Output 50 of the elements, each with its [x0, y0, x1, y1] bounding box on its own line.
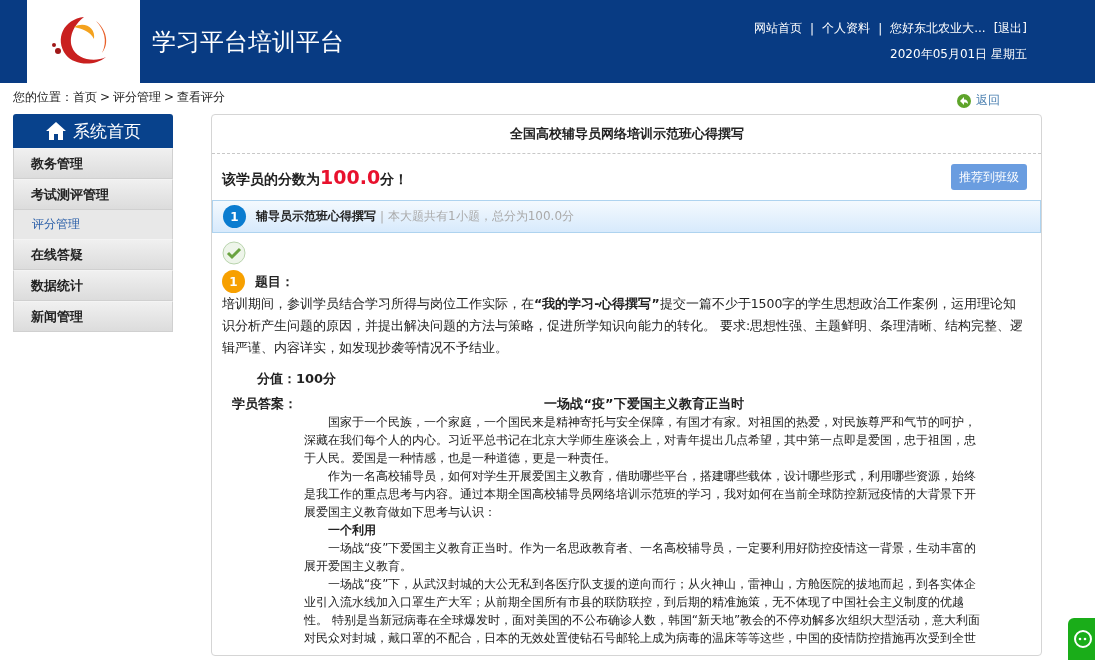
- link-separator: |: [810, 21, 815, 36]
- score-text: 该学员的分数为 100.0分！: [222, 165, 410, 189]
- breadcrumb-link[interactable]: 首页: [73, 88, 97, 106]
- answer-line: 业引入流水线加入口罩生产大军；从前期全国所有市县的联防联控，到后期的精准施策，无不体现了中国社会主义制度的优越: [304, 594, 964, 611]
- header-link[interactable]: [退出]: [993, 20, 1027, 37]
- sidebar-item[interactable]: 考试测评管理: [13, 179, 173, 210]
- sidebar-item[interactable]: 在线答疑: [13, 239, 173, 270]
- date-text: 2020年05月01日 星期五: [890, 46, 1027, 63]
- answer-heading: 一个利用: [327, 522, 376, 539]
- breadcrumb-separator: >: [164, 90, 175, 104]
- answer-line: 是我工作的重点思考与内容。通过本期全国高校辅导员网络培训示范班的学习，我对如何在当前全球防控新冠疫情的大背景下开: [304, 486, 976, 503]
- section-number: 1: [223, 205, 246, 228]
- answer-label: 学员答案：: [231, 395, 298, 413]
- back-link[interactable]: 返回: [956, 85, 1000, 109]
- sidebar-subitem[interactable]: 评分管理: [13, 210, 173, 239]
- answer-line: 性。 特别是当新冠病毒在全球爆发时，面对美国的不公布确诊人数，韩国“新天地”教会的不停劝解多次组织大型活动，意大利面: [304, 612, 981, 629]
- question-number: 1: [222, 270, 245, 293]
- sidebar-item[interactable]: 数据统计: [13, 270, 173, 301]
- answer-line: 深藏在我们每个人的内心。习近平总书记在北京大学师生座谈会上，对青年提出几点希望，其中第一点即是爱国，忠于祖国，忠: [304, 432, 976, 449]
- link-separator: |: [878, 21, 883, 36]
- answer-line: 作为一名高校辅导员，如何对学生开展爱国主义教育，借助哪些平台，搭建哪些载体，设计哪些形式，利用哪些资源，始终: [327, 468, 976, 485]
- breadcrumb-link[interactable]: 评分管理: [113, 88, 162, 106]
- sidebar-item[interactable]: 教务管理: [13, 148, 173, 179]
- breadcrumb-label: 您的位置：: [13, 88, 73, 106]
- answer-line: 展爱国主义教育做如下思考与认识：: [304, 504, 496, 521]
- answer-title: 一场战“疫”下爱国主义教育正当时: [543, 395, 745, 413]
- panel-title: 全国高校辅导员网络培训示范班心得撰写: [212, 115, 1041, 154]
- question-text: 培训期间，参训学员结合学习所得与岗位工作实际，在“我的学习-心得撰写”提交一篇不少于1500字的学生思想政治工作案例，运用理论知识分析产生问题的原因，并提出解决问题的方法与策略，促进所学知识向能力的转化。 要求:思想性强、主题鲜明、条理清晰、结构完整、逻辑严谨、内容详实，如发现抄袭等情况不予结业。: [222, 295, 1025, 357]
- answer-line: 一场战“疫”下，从武汉封城的大公无私到各医疗队支援的逆向而行；从火神山，雷神山，方舱医院的拔地而起，到各实体企: [327, 576, 977, 593]
- section-name: 辅导员示范班心得撰写: [256, 208, 376, 225]
- answer-line: 对民众对封城，戴口罩的不配合，日本的无效处置使钻石号邮轮上成为病毒的温床等等这些，中国的疫情防控措施再次受到全世: [304, 630, 976, 647]
- chat-icon: [1071, 629, 1092, 649]
- answer-line: 一场战“疫”下爱国主义教育正当时。作为一名思政教育者、一名高校辅导员，一定要利用好防控疫情这一背景，生动丰富的: [327, 540, 977, 557]
- header-link[interactable]: 您好东北农业大...: [890, 20, 986, 37]
- section-info: 本大题共有1小题，总分为100.0分: [388, 208, 575, 225]
- breadcrumb-link[interactable]: 查看评分: [177, 88, 226, 106]
- answer-line: 国家于一个民族，一个家庭，一个国民来是精神寄托与安全保障，有国才有家。对祖国的热爱，对民族尊严和气节的呵护，: [327, 414, 976, 431]
- sidebar-home[interactable]: 系统首页: [13, 114, 173, 148]
- breadcrumb-separator: >: [100, 90, 111, 104]
- points-text: 分值：100分: [257, 370, 338, 388]
- home-icon: [45, 121, 67, 141]
- question-label: 题目：: [255, 272, 294, 291]
- header-link[interactable]: 个人资料: [822, 20, 871, 37]
- sidebar-item[interactable]: 新闻管理: [13, 301, 173, 332]
- header-link[interactable]: 网站首页: [754, 20, 803, 37]
- answer-line: 展开爱国主义教育。: [304, 558, 412, 575]
- site-title: 学习平台培训平台: [152, 26, 345, 58]
- chat-button[interactable]: [1068, 618, 1095, 660]
- answer-line: 于人民。爱国是一种情感，也是一种道德，更是一种责任。: [304, 450, 616, 467]
- section-separator: |: [380, 209, 385, 224]
